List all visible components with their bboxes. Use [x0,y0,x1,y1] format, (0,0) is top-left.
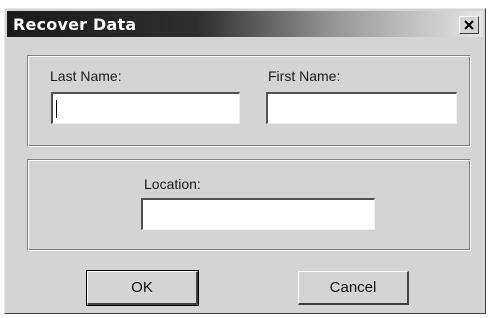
last-name-field[interactable] [51,92,240,124]
ok-button[interactable]: OK [86,270,199,306]
first-name-label: First Name: [268,68,341,84]
last-name-label: Last Name: [50,68,122,84]
text-caret [56,100,57,118]
location-field[interactable] [141,198,375,230]
close-icon [464,20,474,30]
close-button[interactable] [459,16,479,34]
title-bar: Recover Data [7,11,483,37]
location-label: Location: [144,176,201,192]
recover-data-dialog: Recover Data Last Name: First Name: Loca… [4,8,486,314]
cancel-button[interactable]: Cancel [298,271,409,305]
dialog-title: Recover Data [13,15,137,34]
first-name-field[interactable] [266,92,457,124]
location-group: Location: [27,159,471,251]
name-group: Last Name: First Name: [27,55,471,147]
